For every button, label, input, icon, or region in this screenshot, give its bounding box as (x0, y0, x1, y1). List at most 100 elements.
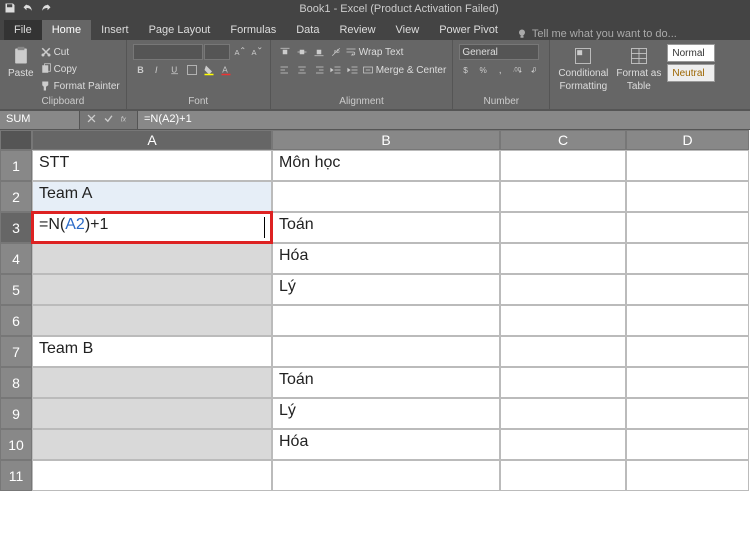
percent-format-icon[interactable]: % (476, 62, 492, 78)
row-header[interactable]: 11 (0, 460, 32, 491)
col-header-c[interactable]: C (500, 130, 626, 150)
cell-c7[interactable] (500, 336, 626, 367)
tab-data[interactable]: Data (286, 20, 329, 40)
redo-icon[interactable] (40, 2, 52, 17)
cell-b2[interactable] (272, 181, 500, 212)
merge-center-button[interactable]: Merge & Center (362, 62, 447, 78)
italic-icon[interactable]: I (150, 62, 166, 78)
cell-c11[interactable] (500, 460, 626, 491)
tab-home[interactable]: Home (42, 20, 91, 40)
align-bottom-icon[interactable] (311, 44, 327, 60)
cell-style-neutral[interactable]: Neutral (667, 64, 715, 82)
cell-a6[interactable] (32, 305, 272, 336)
cell-b7[interactable] (272, 336, 500, 367)
cell-b1[interactable]: Môn học (272, 150, 500, 181)
row-header[interactable]: 2 (0, 181, 32, 212)
cell-a8[interactable] (32, 367, 272, 398)
cell-a3-editing[interactable]: =N(A2)+1 (32, 212, 272, 243)
align-center-icon[interactable] (294, 62, 310, 78)
decrease-indent-icon[interactable] (328, 62, 344, 78)
cell-d1[interactable] (626, 150, 749, 181)
cell-d4[interactable] (626, 243, 749, 274)
cell-a4[interactable] (32, 243, 272, 274)
cell-a1[interactable]: STT (32, 150, 272, 181)
cell-d7[interactable] (626, 336, 749, 367)
format-as-table-button[interactable]: Format as Table (614, 44, 663, 94)
cell-b11[interactable] (272, 460, 500, 491)
row-header[interactable]: 3 (0, 212, 32, 243)
cancel-formula-icon[interactable] (86, 113, 97, 127)
comma-format-icon[interactable]: , (493, 62, 509, 78)
cell-c3[interactable] (500, 212, 626, 243)
enter-formula-icon[interactable] (103, 113, 114, 127)
font-family-select[interactable] (133, 44, 203, 60)
row-header[interactable]: 10 (0, 429, 32, 460)
borders-icon[interactable] (184, 62, 200, 78)
cell-style-normal[interactable]: Normal (667, 44, 715, 62)
cell-a11[interactable] (32, 460, 272, 491)
cell-c2[interactable] (500, 181, 626, 212)
cell-c4[interactable] (500, 243, 626, 274)
cell-b5[interactable]: Lý (272, 274, 500, 305)
wrap-text-button[interactable]: Wrap Text (345, 44, 404, 60)
col-header-a[interactable]: A (32, 130, 272, 150)
cell-a9[interactable] (32, 398, 272, 429)
tab-power-pivot[interactable]: Power Pivot (429, 20, 508, 40)
align-right-icon[interactable] (311, 62, 327, 78)
cell-c6[interactable] (500, 305, 626, 336)
cell-d3[interactable] (626, 212, 749, 243)
row-header[interactable]: 9 (0, 398, 32, 429)
worksheet[interactable]: A B C D 1 STT Môn học 2 Team A 3 =N(A2)+… (0, 130, 750, 491)
tab-file[interactable]: File (4, 20, 42, 40)
cell-c8[interactable] (500, 367, 626, 398)
format-painter-button[interactable]: Format Painter (40, 78, 120, 94)
cell-d11[interactable] (626, 460, 749, 491)
row-header[interactable]: 6 (0, 305, 32, 336)
orientation-icon[interactable]: ab (328, 44, 344, 60)
align-left-icon[interactable] (277, 62, 293, 78)
cell-d10[interactable] (626, 429, 749, 460)
cell-c10[interactable] (500, 429, 626, 460)
copy-button[interactable]: Copy (40, 61, 120, 77)
save-icon[interactable] (4, 2, 16, 17)
tab-view[interactable]: View (386, 20, 430, 40)
col-header-d[interactable]: D (626, 130, 749, 150)
cell-d6[interactable] (626, 305, 749, 336)
cell-b6[interactable] (272, 305, 500, 336)
increase-indent-icon[interactable] (345, 62, 361, 78)
cell-d2[interactable] (626, 181, 749, 212)
fill-color-icon[interactable] (201, 62, 217, 78)
fx-icon[interactable]: fx (120, 113, 131, 127)
cell-d9[interactable] (626, 398, 749, 429)
formula-input[interactable]: =N(A2)+1 (138, 111, 750, 129)
font-size-select[interactable] (204, 44, 230, 60)
cell-b10[interactable]: Hóa (272, 429, 500, 460)
cell-b4[interactable]: Hóa (272, 243, 500, 274)
col-header-b[interactable]: B (272, 130, 500, 150)
cell-b3[interactable]: Toán (272, 212, 500, 243)
select-all-corner[interactable] (0, 130, 32, 150)
paste-button[interactable]: Paste (6, 44, 36, 94)
tab-page-layout[interactable]: Page Layout (139, 20, 221, 40)
align-middle-icon[interactable] (294, 44, 310, 60)
cell-b8[interactable]: Toán (272, 367, 500, 398)
row-header[interactable]: 5 (0, 274, 32, 305)
tell-me-search[interactable]: Tell me what you want to do... (508, 28, 685, 40)
decrease-decimal-icon[interactable]: .0 (527, 62, 543, 78)
font-color-icon[interactable]: A (218, 62, 234, 78)
cut-button[interactable]: Cut (40, 44, 120, 60)
increase-font-icon[interactable]: A (231, 44, 247, 60)
tab-insert[interactable]: Insert (91, 20, 139, 40)
align-top-icon[interactable] (277, 44, 293, 60)
increase-decimal-icon[interactable]: .00 (510, 62, 526, 78)
undo-icon[interactable] (22, 2, 34, 17)
cell-c5[interactable] (500, 274, 626, 305)
cell-a10[interactable] (32, 429, 272, 460)
decrease-font-icon[interactable]: A (248, 44, 264, 60)
cell-d5[interactable] (626, 274, 749, 305)
row-header[interactable]: 4 (0, 243, 32, 274)
cell-a5[interactable] (32, 274, 272, 305)
conditional-formatting-button[interactable]: Conditional Formatting (556, 44, 610, 94)
bold-icon[interactable]: B (133, 62, 149, 78)
cell-c9[interactable] (500, 398, 626, 429)
